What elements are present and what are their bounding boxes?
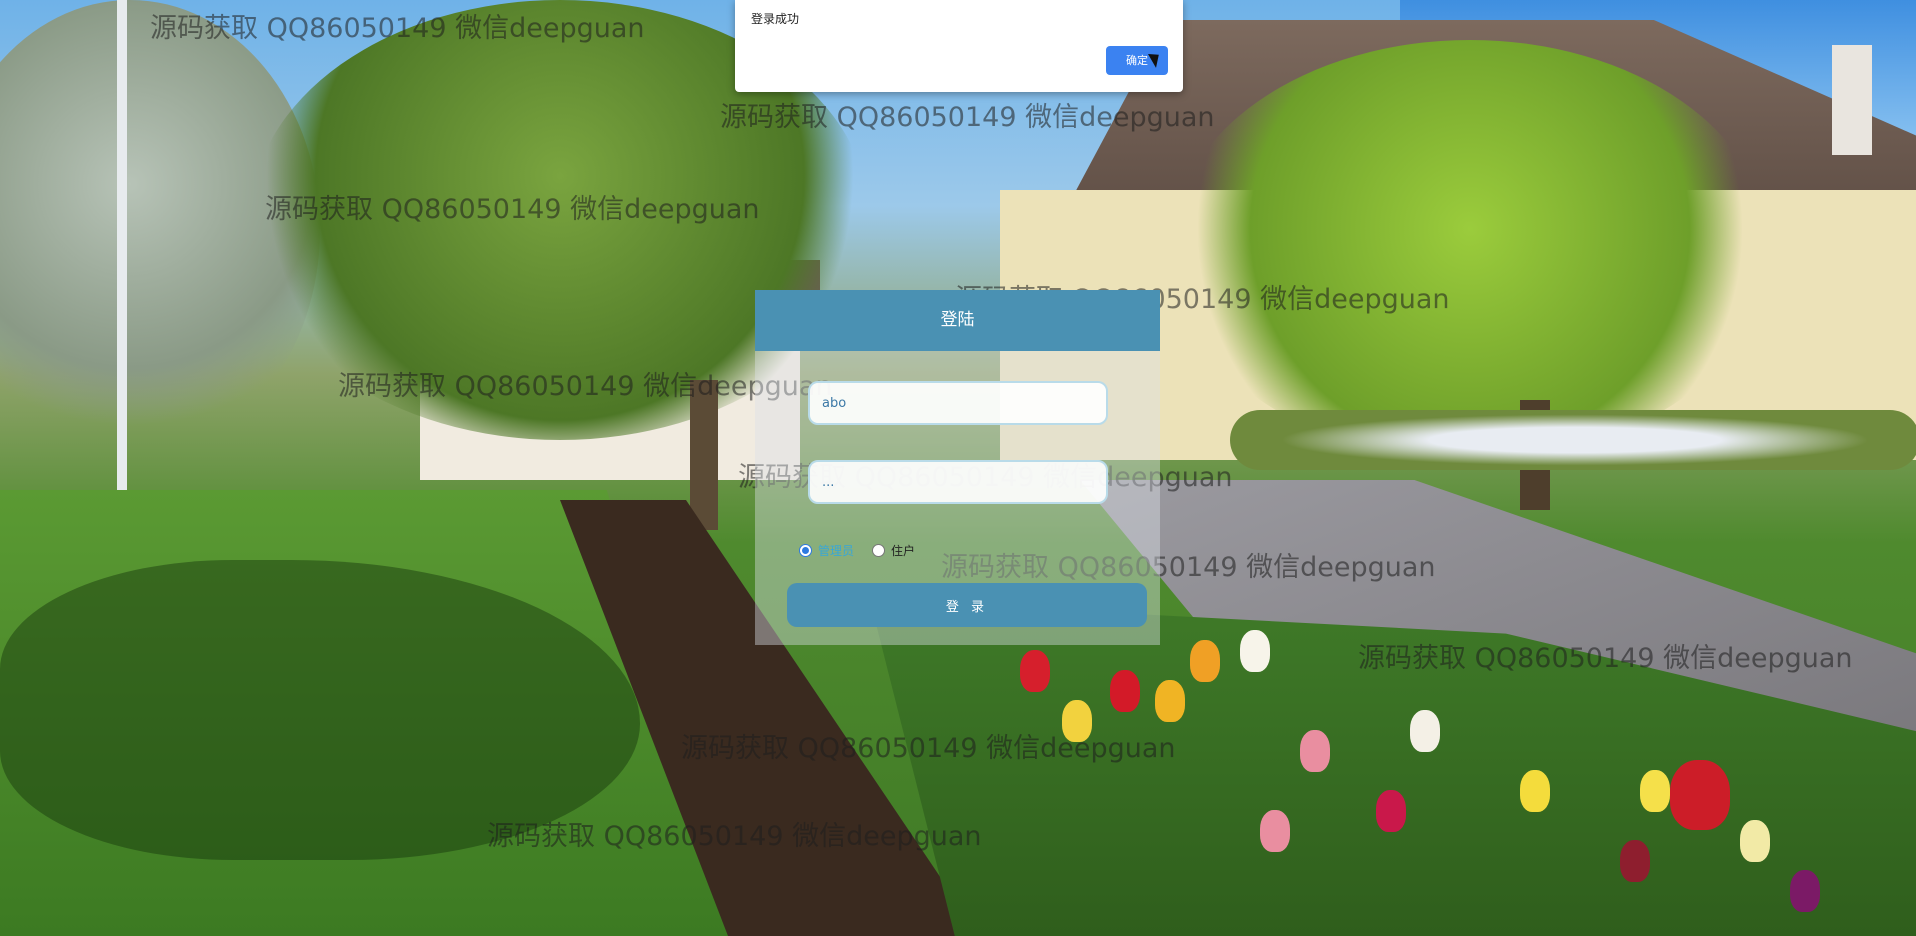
login-title: 登陆 (755, 290, 1160, 351)
login-button[interactable]: 登 录 (787, 583, 1147, 627)
watermark-text: 源码获取 QQ86050149 微信deepguan (150, 13, 645, 44)
watermark-text: 源码获取 QQ86050149 微信deepguan (487, 821, 982, 852)
alert-dialog: 登录成功 确定 (735, 0, 1183, 92)
tulip (1240, 630, 1270, 672)
tulip (1110, 670, 1140, 712)
right-tree (1170, 40, 1770, 460)
tulip (1790, 870, 1820, 912)
tulip (1020, 650, 1050, 692)
tulip (1155, 680, 1185, 722)
tulip (1376, 790, 1406, 832)
watermark-text: 源码获取 QQ86050149 微信deepguan (681, 733, 1176, 764)
flag-pole (117, 0, 127, 515)
watermark-text: 源码获取 QQ86050149 微信deepguan (720, 102, 1215, 133)
password-input[interactable] (808, 460, 1108, 504)
tulip (1300, 730, 1330, 772)
role-admin-label[interactable]: 管理员 (818, 542, 854, 559)
username-input[interactable] (808, 381, 1108, 425)
tulip (1520, 770, 1550, 812)
role-selector: 管理员 住户 (799, 542, 915, 559)
chimney (1832, 45, 1872, 155)
hedge (1230, 410, 1916, 470)
tulip (1260, 810, 1290, 852)
alert-message: 登录成功 (751, 12, 800, 26)
tulip (1620, 840, 1650, 882)
login-panel: 登陆 管理员 住户 登 录 (755, 290, 1160, 645)
tulip (1410, 710, 1440, 752)
role-resident-label[interactable]: 住户 (891, 542, 915, 559)
tulip (1640, 770, 1670, 812)
tulip (1190, 640, 1220, 682)
watermark-text: 源码获取 QQ86050149 微信deepguan (1358, 643, 1853, 674)
tulip (1670, 760, 1730, 830)
role-admin-radio[interactable] (799, 544, 812, 557)
tulip (1740, 820, 1770, 862)
role-resident-radio[interactable] (872, 544, 886, 557)
watermark-text: 源码获取 QQ86050149 微信deepguan (265, 194, 760, 225)
